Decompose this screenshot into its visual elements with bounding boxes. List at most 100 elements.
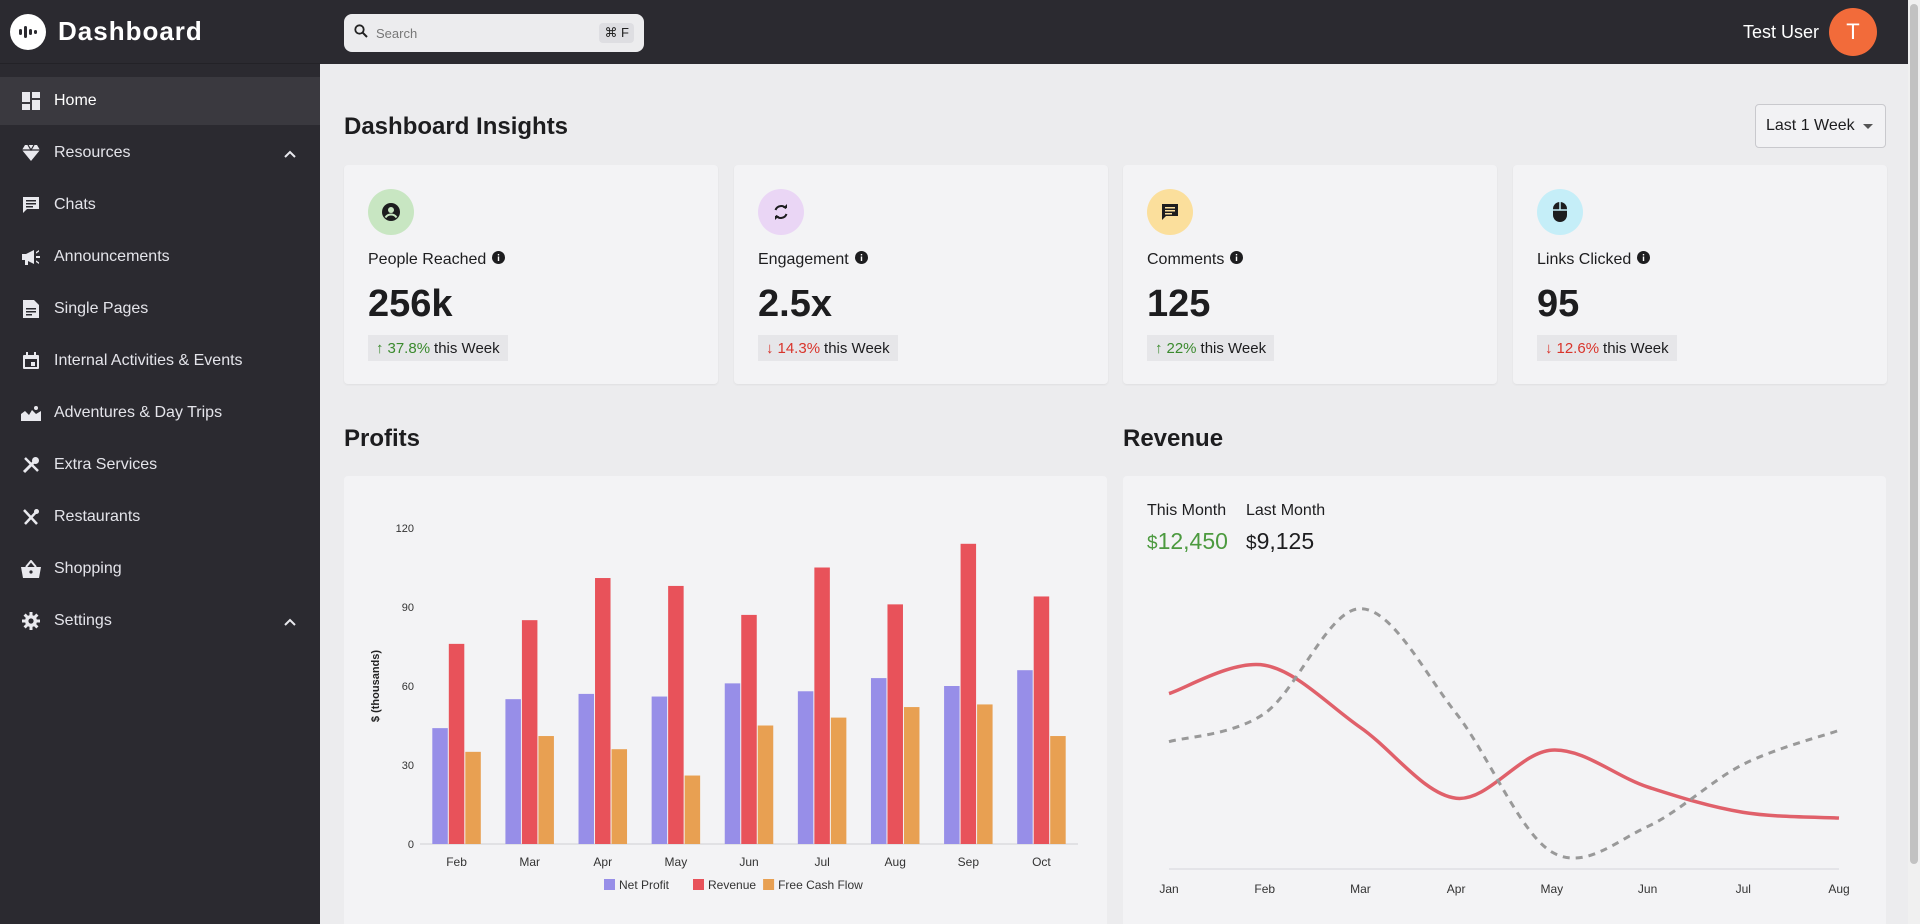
scrollbar-thumb[interactable]	[1910, 4, 1918, 864]
line-series-1	[1168, 662, 1840, 820]
scrollbar[interactable]	[1908, 0, 1920, 924]
range-select-value: Last 1 Week	[1766, 117, 1855, 134]
stat-trend-suffix: this Week	[824, 339, 890, 357]
stat-trend-suffix: this Week	[1603, 339, 1669, 357]
x-tick-label: Jan	[1159, 882, 1178, 896]
bar-free-cash-flow	[538, 736, 554, 844]
stat-trend: ↑ 22% this Week	[1147, 335, 1275, 361]
profits-title: Profits	[344, 425, 421, 452]
range-select[interactable]: Last 1 Week	[1755, 104, 1886, 148]
info-icon[interactable]	[854, 251, 868, 269]
arrow-down-icon: ↓	[766, 339, 774, 357]
x-tick-label: May	[1541, 882, 1564, 896]
legend-label: Net Profit	[619, 878, 670, 892]
bar-revenue	[1033, 596, 1050, 844]
topbar: ⌘ F Test User T	[320, 0, 1920, 64]
stat-label: People Reached	[368, 251, 506, 269]
profits-panel: 0 30 60 90 120 $ (thousands) Feb Mar Apr May Jun Ju…	[344, 476, 1107, 924]
legend-swatch	[763, 879, 775, 890]
y-tick-label: 90	[402, 602, 414, 614]
revenue-panel: This Month Last Month $12,450 $9,125 Jan…	[1123, 476, 1886, 924]
arrow-up-icon: ↑	[376, 339, 384, 357]
bar-revenue	[814, 567, 830, 844]
basket-icon	[20, 558, 42, 580]
sidebar-item-label: Resources	[54, 144, 131, 161]
stat-label-text: Links Clicked	[1537, 251, 1632, 268]
stat-value: 95	[1537, 283, 1580, 325]
stat-label-text: Comments	[1147, 251, 1225, 268]
bar-free-cash-flow	[684, 775, 701, 844]
stat-card-people-reached: People Reached 256k ↑ 37.8% this Week	[344, 165, 718, 384]
x-tick-label: May	[665, 855, 688, 869]
x-tick-label: Sep	[958, 855, 980, 869]
sidebar-item-label: Settings	[54, 612, 112, 629]
stat-value: 256k	[368, 283, 453, 325]
sidebar-item-shopping[interactable]: Shopping	[0, 545, 320, 593]
sidebar: Dashboard Home Resources Chats Announcem…	[0, 0, 320, 924]
sidebar-item-settings[interactable]: Settings	[0, 597, 320, 645]
legend-swatch	[693, 879, 704, 890]
sidebar-item-home[interactable]: Home	[0, 77, 320, 125]
sidebar-item-adventures[interactable]: Adventures & Day Trips	[0, 389, 320, 437]
sidebar-item-single-pages[interactable]: Single Pages	[0, 285, 320, 333]
sidebar-nav: Home Resources Chats Announcements Singl…	[0, 77, 320, 645]
x-tick-label: Jun	[739, 855, 758, 869]
avatar[interactable]: T	[1829, 8, 1877, 56]
sidebar-item-label: Chats	[54, 196, 96, 213]
landscape-icon	[20, 402, 42, 424]
x-tick-label: Aug	[1828, 882, 1849, 896]
revenue-line-chart: Jan Feb Mar Apr May Jun Jul Aug	[1159, 607, 1850, 896]
y-tick-label: 0	[408, 839, 414, 851]
gear-icon	[20, 610, 42, 632]
chevron-up-icon[interactable]	[284, 613, 296, 631]
chevron-up-icon[interactable]	[284, 145, 296, 163]
bar-free-cash-flow	[465, 751, 481, 844]
stat-label-text: People Reached	[368, 251, 487, 268]
stat-trend: ↓ 12.6% this Week	[1537, 335, 1677, 361]
bar-revenue	[448, 643, 465, 844]
sidebar-item-chats[interactable]: Chats	[0, 181, 320, 229]
legend-swatch	[604, 879, 615, 890]
sidebar-item-resources[interactable]: Resources	[0, 129, 320, 177]
info-icon[interactable]	[1637, 251, 1651, 269]
app-title: Dashboard	[58, 16, 203, 46]
logo-icon[interactable]	[10, 13, 46, 50]
user-menu[interactable]: Test User T	[1743, 8, 1877, 56]
sidebar-item-extra-services[interactable]: Extra Services	[0, 441, 320, 489]
info-icon[interactable]	[492, 251, 506, 269]
stat-trend-pct: 37.8%	[387, 339, 431, 357]
page-title: Dashboard Insights	[344, 113, 569, 140]
bar-free-cash-flow	[977, 704, 993, 844]
stat-label: Comments	[1147, 251, 1244, 269]
caret-down-icon	[1863, 124, 1873, 129]
sidebar-item-announcements[interactable]: Announcements	[0, 233, 320, 281]
x-tick-label: Feb	[1254, 882, 1275, 896]
x-tick-label: Jul	[1736, 882, 1751, 896]
sidebar-item-restaurants[interactable]: Restaurants	[0, 493, 320, 541]
bar-net-profit	[724, 683, 741, 844]
bar-net-profit	[432, 728, 448, 844]
y-tick-label: 60	[402, 681, 414, 693]
bar-free-cash-flow	[830, 717, 847, 844]
x-tick-label: Oct	[1032, 855, 1051, 869]
bar-revenue	[595, 578, 611, 844]
stat-label-text: Engagement	[758, 251, 849, 268]
sidebar-item-label: Single Pages	[54, 300, 149, 317]
search-box[interactable]: ⌘ F	[344, 14, 644, 52]
sidebar-item-label: Home	[54, 92, 97, 109]
bar-net-profit	[944, 686, 960, 844]
bar-revenue	[668, 585, 684, 844]
stat-card-comments: Comments 125 ↑ 22% this Week	[1123, 165, 1497, 384]
bar-net-profit	[651, 696, 668, 844]
arrow-down-icon: ↓	[1545, 339, 1553, 357]
sidebar-item-internal-activities[interactable]: Internal Activities & Events	[0, 337, 320, 385]
x-tick-label: Mar	[519, 855, 540, 869]
stat-trend-pct: 14.3%	[777, 339, 821, 357]
bar-free-cash-flow	[611, 749, 628, 844]
x-tick-label: Apr	[1447, 882, 1466, 896]
stat-trend: ↑ 37.8% this Week	[368, 335, 508, 361]
megaphone-icon	[20, 246, 42, 268]
info-icon[interactable]	[1230, 251, 1244, 269]
person-icon	[368, 189, 414, 235]
search-input[interactable]	[376, 25, 596, 41]
